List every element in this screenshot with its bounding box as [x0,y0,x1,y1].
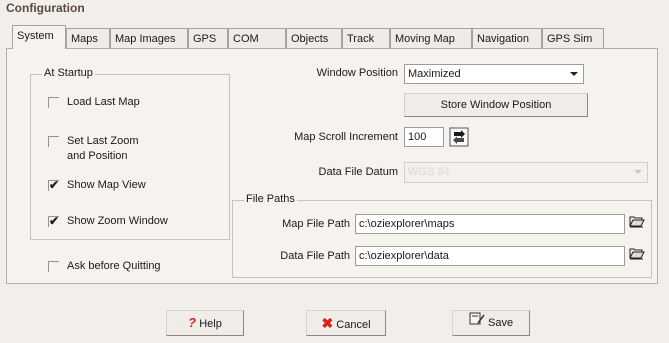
window-position-select[interactable]: Maximized [404,64,584,84]
folder-open-icon[interactable] [628,214,646,232]
window-position-value: Maximized [408,68,461,80]
show-map-view-label: Show Map View [67,179,146,191]
set-last-zoom-checkbox[interactable] [48,136,59,147]
cancel-button-label: Cancel [336,319,371,331]
folder-open-icon[interactable] [628,246,646,264]
question-mark-icon: ? [188,315,197,330]
file-paths-group-label: File Paths [244,193,297,205]
set-last-zoom-label-line1: Set Last Zoom [67,135,139,147]
map-file-path-input[interactable]: c:\oziexplorer\maps [355,214,625,234]
map-scroll-increment-input[interactable]: 100 [404,127,444,147]
ask-before-quitting-checkbox[interactable] [48,261,59,272]
tab-maps[interactable]: Maps [66,28,110,48]
load-last-map-label: Load Last Map [67,96,140,108]
tab-moving-map[interactable]: Moving Map [390,28,472,48]
data-file-path-label: Data File Path [280,250,350,262]
help-button-label: Help [199,318,222,330]
data-file-datum-select[interactable]: WGS 84 [404,162,648,183]
show-zoom-window-checkbox[interactable]: ✔ [48,215,59,227]
tab-com[interactable]: COM [228,28,286,48]
show-map-view-checkbox[interactable]: ✔ [48,179,59,191]
tab-gps[interactable]: GPS [188,28,228,48]
data-file-path-input[interactable]: c:\oziexplorer\data [355,246,625,266]
save-button[interactable]: Save [452,310,530,336]
save-button-label: Save [487,317,514,329]
tab-map-images[interactable]: Map Images [110,28,188,48]
chevron-down-icon [570,72,578,76]
tab-gps-sim[interactable]: GPS Sim [542,28,604,48]
red-x-icon: ✖ [321,315,334,331]
tab-track[interactable]: Track [342,28,390,48]
file-paths-group [232,200,652,278]
spin-arrows-icon[interactable] [449,127,469,147]
data-file-datum-value: WGS 84 [408,166,450,178]
tab-navigation[interactable]: Navigation [472,28,542,48]
data-file-datum-label: Data File Datum [318,166,398,178]
window-position-label: Window Position [316,67,398,79]
help-button[interactable]: ? Help [166,310,244,336]
window-title: Configuration [6,1,85,15]
show-zoom-window-label: Show Zoom Window [67,215,168,227]
set-last-zoom-label-line2: and Position [67,150,128,162]
floppy-save-icon [469,311,485,335]
load-last-map-checkbox[interactable] [48,97,59,108]
store-window-position-button[interactable]: Store Window Position [404,93,588,117]
cancel-button[interactable]: ✖ Cancel [306,310,386,336]
ask-before-quitting-label: Ask before Quitting [67,260,161,272]
tab-system[interactable]: System [12,25,66,49]
map-file-path-label: Map File Path [282,218,350,230]
chevron-down-icon [634,170,642,174]
map-scroll-increment-label: Map Scroll Increment [294,131,398,143]
tab-objects[interactable]: Objects [286,28,342,48]
startup-group-label: At Startup [42,67,95,79]
